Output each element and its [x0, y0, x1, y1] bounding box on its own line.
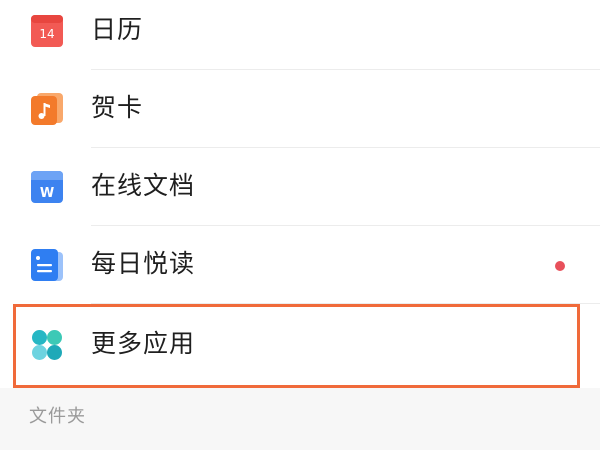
greeting-card-icon	[31, 93, 63, 125]
menu-item-daily-reading[interactable]: 每日悦读	[0, 226, 600, 304]
menu-item-calendar[interactable]: 14 日历	[0, 0, 600, 70]
daily-reading-icon	[31, 249, 63, 281]
menu-item-label: 在线文档	[91, 171, 196, 200]
menu-item-label: 贺卡	[91, 93, 144, 122]
divider	[91, 303, 600, 304]
section-title-folders: 文件夹	[29, 406, 86, 427]
menu-item-greeting-card[interactable]: 贺卡	[0, 70, 600, 148]
calendar-icon: 14	[31, 15, 63, 47]
notification-dot	[555, 261, 565, 271]
menu-item-online-doc[interactable]: W 在线文档	[0, 148, 600, 226]
more-apps-icon	[32, 330, 62, 360]
svg-text:W: W	[40, 186, 54, 201]
menu-item-label: 每日悦读	[91, 249, 196, 278]
online-doc-icon: W	[31, 171, 63, 203]
menu-item-more-apps[interactable]: 更多应用	[0, 306, 600, 384]
menu-item-label: 更多应用	[91, 329, 196, 358]
svg-text:14: 14	[39, 27, 54, 41]
menu-item-label: 日历	[91, 15, 144, 44]
section-background	[0, 388, 600, 450]
